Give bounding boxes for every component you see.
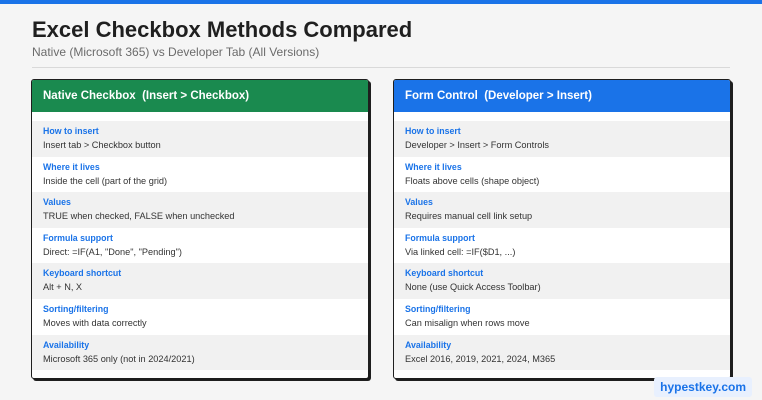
row-value: Can misalign when rows move [405,317,530,328]
row-value: TRUE when checked, FALSE when unchecked [43,211,235,222]
form-row-how-to-insert: How to insert Developer > Insert > Form … [394,121,730,157]
row-label: Formula support [405,232,475,243]
row-label: Availability [405,339,452,350]
row-label: Keyboard shortcut [43,268,122,279]
row-value: Via linked cell: =IF($D1, ...) [405,246,516,257]
form-row-availability: Availability Excel 2016, 2019, 2021, 202… [394,334,730,371]
native-checkbox-card: Native Checkbox (Insert > Checkbox) How … [31,79,369,379]
form-control-card: Form Control (Developer > Insert) How to… [393,79,731,379]
form-rows: How to insert Developer > Insert > Form … [394,112,730,371]
row-label: Where it lives [405,161,462,172]
native-rows: How to insert Insert tab > Checkbox butt… [32,112,368,371]
form-row-values: Values Requires manual cell link setup [394,192,730,228]
page-subtitle: Native (Microsoft 365) vs Developer Tab … [32,45,320,59]
row-value: Requires manual cell link setup [405,211,533,222]
row-label: Keyboard shortcut [405,268,484,279]
native-row-availability: Availability Microsoft 365 only (not in … [32,334,368,371]
row-label: Formula support [43,232,113,243]
row-label: How to insert [43,126,99,136]
row-label: Where it lives [43,161,100,172]
row-label: How to insert [405,126,461,136]
row-label: Values [405,197,433,208]
form-row-keyboard-shortcut: Keyboard shortcut None (use Quick Access… [394,263,730,299]
row-value: Moves with data correctly [43,317,147,328]
top-accent-bar [0,0,762,4]
row-value: Developer > Insert > Form Controls [405,140,549,150]
row-value: Floats above cells (shape object) [405,175,540,186]
native-card-header: Native Checkbox (Insert > Checkbox) [32,80,368,112]
native-row-values: Values TRUE when checked, FALSE when unc… [32,192,368,228]
page-title: Excel Checkbox Methods Compared [32,17,413,42]
row-value: Insert tab > Checkbox button [43,140,161,150]
row-label: Sorting/filtering [405,303,471,314]
form-row-where-it-lives: Where it lives Floats above cells (shape… [394,157,730,193]
row-label: Availability [43,339,90,350]
row-value: None (use Quick Access Toolbar) [405,282,541,293]
row-value: Alt + N, X [43,282,83,293]
row-value: Excel 2016, 2019, 2021, 2024, M365 [405,353,556,364]
native-row-where-it-lives: Where it lives Inside the cell (part of … [32,157,368,193]
header-divider [32,67,730,68]
native-row-formula-support: Formula support Direct: =IF(A1, "Done", … [32,228,368,264]
native-row-sorting-filtering: Sorting/filtering Moves with data correc… [32,299,368,335]
row-value: Microsoft 365 only (not in 2024/2021) [43,353,195,364]
row-label: Values [43,197,71,208]
form-row-formula-support: Formula support Via linked cell: =IF($D1… [394,228,730,264]
row-value: Inside the cell (part of the grid) [43,175,168,186]
native-row-keyboard-shortcut: Keyboard shortcut Alt + N, X [32,263,368,299]
row-value: Direct: =IF(A1, "Done", "Pending") [43,246,182,257]
form-card-header: Form Control (Developer > Insert) [394,80,730,112]
form-row-sorting-filtering: Sorting/filtering Can misalign when rows… [394,299,730,335]
native-row-how-to-insert: How to insert Insert tab > Checkbox butt… [32,121,368,157]
brand-watermark: hypestkey.com [654,377,752,397]
row-label: Sorting/filtering [43,303,109,314]
